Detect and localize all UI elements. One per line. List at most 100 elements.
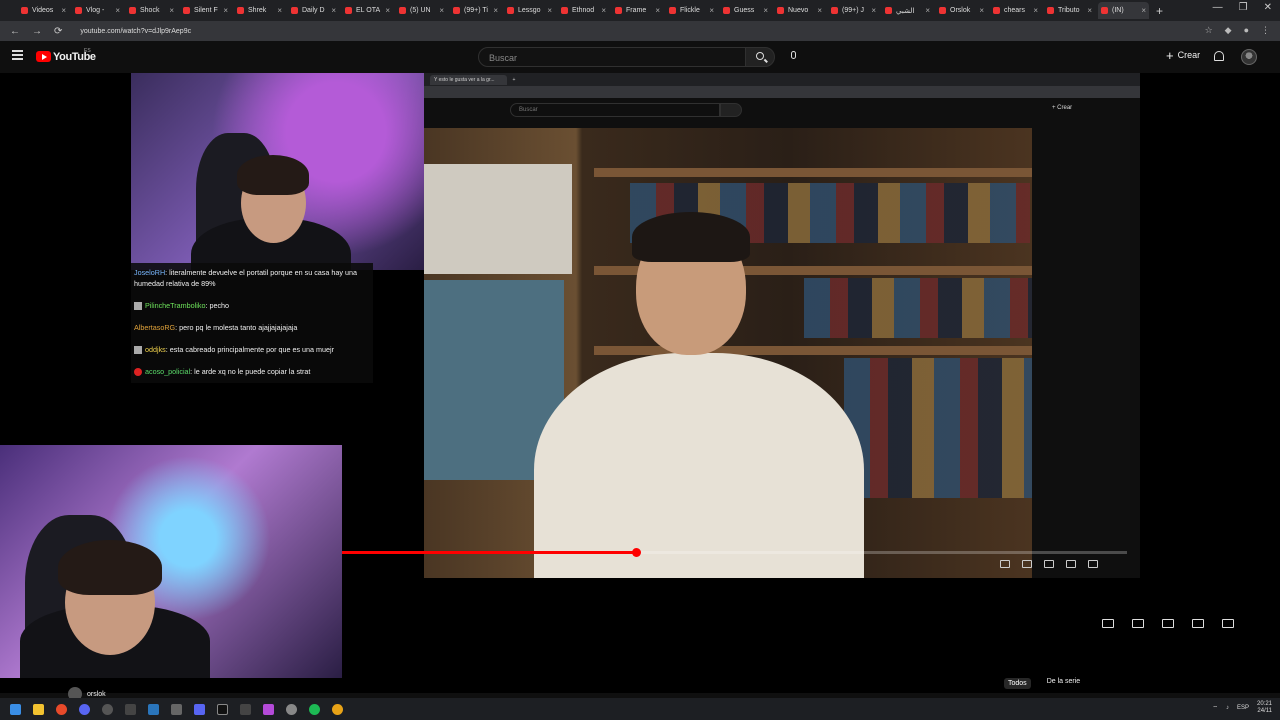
browser-tab[interactable]: (99+) J × xyxy=(828,2,879,19)
close-tab-icon[interactable]: × xyxy=(115,6,120,15)
clock[interactable]: 20:21 24/11 xyxy=(1257,701,1272,715)
minimize-icon[interactable]: — xyxy=(1213,2,1223,13)
browser-tab[interactable]: Tributo × xyxy=(1044,2,1095,19)
close-window-icon[interactable]: ✕ xyxy=(1264,2,1272,13)
app-icon[interactable] xyxy=(263,703,274,715)
app-icon[interactable] xyxy=(171,703,182,715)
browser-tab[interactable]: (99+) Ti × xyxy=(450,2,501,19)
browser-tab[interactable]: chears × xyxy=(990,2,1041,19)
wifi-icon[interactable]: ⌔ xyxy=(1212,704,1218,712)
browser-tab[interactable]: Silent F × xyxy=(180,2,231,19)
reload-icon[interactable]: ⟳ xyxy=(54,26,62,37)
browser-tab[interactable]: Vlog - × xyxy=(72,2,123,19)
browser-tab[interactable]: Lessgo × xyxy=(504,2,555,19)
app-icon[interactable] xyxy=(286,703,297,715)
nested-search-icon xyxy=(720,103,742,117)
close-tab-icon[interactable]: × xyxy=(385,6,390,15)
close-tab-icon[interactable]: × xyxy=(601,6,606,15)
chip-all[interactable]: Todos xyxy=(1004,678,1031,689)
tab-favicon-icon xyxy=(831,7,838,14)
fullscreen-icon[interactable] xyxy=(1222,619,1234,628)
browser-tab[interactable]: Shrek × xyxy=(234,2,285,19)
search-taskbar-icon[interactable] xyxy=(56,703,67,715)
browser-tab[interactable]: Orslok × xyxy=(936,2,987,19)
browser-tab[interactable]: Frame × xyxy=(612,2,663,19)
app-icon[interactable] xyxy=(102,703,113,715)
close-tab-icon[interactable]: × xyxy=(979,6,984,15)
close-tab-icon[interactable]: × xyxy=(1033,6,1038,15)
start-menu-icon[interactable] xyxy=(10,703,21,715)
file-explorer-icon[interactable] xyxy=(33,703,44,715)
browser-tab[interactable]: Shock × xyxy=(126,2,177,19)
person-hair xyxy=(632,212,750,262)
chip-series[interactable]: De la serie xyxy=(1047,678,1080,689)
search-button[interactable] xyxy=(745,47,775,67)
back-icon[interactable]: ← xyxy=(10,26,20,37)
fullscreen-icon xyxy=(1088,560,1098,568)
url-field[interactable]: youtube.com/watch?v=dJlp9rAep9c xyxy=(80,28,191,35)
close-tab-icon[interactable]: × xyxy=(439,6,444,15)
account-avatar[interactable] xyxy=(1241,49,1257,65)
browser-tab[interactable]: Nuevo × xyxy=(774,2,825,19)
app-icon[interactable] xyxy=(79,703,90,715)
close-tab-icon[interactable]: × xyxy=(1141,6,1146,15)
close-tab-icon[interactable]: × xyxy=(493,6,498,15)
tab-favicon-icon xyxy=(21,7,28,14)
notifications-bell-icon[interactable] xyxy=(1214,51,1224,61)
theater-mode-icon[interactable] xyxy=(1192,619,1204,628)
close-tab-icon[interactable]: × xyxy=(925,6,930,15)
language-indicator[interactable]: ESP xyxy=(1237,705,1249,711)
browser-tab[interactable]: Ethnod × xyxy=(558,2,609,19)
bookmark-star-icon[interactable]: ☆ xyxy=(1205,25,1213,36)
browser-menu-icon[interactable]: ⋮ xyxy=(1261,25,1270,36)
close-tab-icon[interactable]: × xyxy=(709,6,714,15)
browser-tab[interactable]: (5) UN × xyxy=(396,2,447,19)
user-badge-icon xyxy=(134,368,142,377)
settings-icon[interactable] xyxy=(1132,619,1144,628)
volume-icon[interactable]: ♪ xyxy=(1226,705,1229,711)
browser-tab[interactable]: الشبي × xyxy=(882,2,933,19)
subtitles-icon[interactable] xyxy=(1102,619,1114,628)
extensions-icon[interactable]: ◆ xyxy=(1225,25,1232,36)
new-tab-button[interactable]: + xyxy=(1156,4,1163,18)
profile-icon[interactable]: ● xyxy=(1244,25,1249,36)
close-tab-icon[interactable]: × xyxy=(223,6,228,15)
miniplayer-icon[interactable] xyxy=(1162,619,1174,628)
close-tab-icon[interactable]: × xyxy=(655,6,660,15)
forward-icon[interactable]: → xyxy=(32,26,42,37)
browser-tab[interactable]: Videos × xyxy=(18,2,69,19)
chat-username: PilincheTramboliko xyxy=(145,301,206,310)
close-tab-icon[interactable]: × xyxy=(547,6,552,15)
search-input[interactable] xyxy=(479,49,745,67)
video-frame[interactable] xyxy=(424,128,1032,578)
app-icon[interactable] xyxy=(125,703,136,715)
restore-icon[interactable]: ❐ xyxy=(1239,2,1248,13)
browser-tab[interactable]: Flickle × xyxy=(666,2,717,19)
close-tab-icon[interactable]: × xyxy=(871,6,876,15)
browser-tab[interactable]: Daily D × xyxy=(288,2,339,19)
chrome-icon[interactable] xyxy=(332,703,343,715)
close-tab-icon[interactable]: × xyxy=(61,6,66,15)
chat-text: esta cabreado principalmente por que es … xyxy=(169,345,334,354)
create-button[interactable]: + Crear xyxy=(1166,49,1200,62)
close-tab-icon[interactable]: × xyxy=(817,6,822,15)
close-tab-icon[interactable]: × xyxy=(763,6,768,15)
close-tab-icon[interactable]: × xyxy=(1087,6,1092,15)
close-tab-icon[interactable]: × xyxy=(331,6,336,15)
discord-icon[interactable] xyxy=(194,703,205,715)
search-box xyxy=(478,47,746,67)
browser-tab[interactable]: Guess × xyxy=(720,2,771,19)
voice-search-icon[interactable] xyxy=(791,51,796,59)
hamburger-menu-icon[interactable] xyxy=(12,50,23,60)
browser-tab[interactable]: EL OTA × xyxy=(342,2,393,19)
youtube-logo-icon[interactable] xyxy=(36,51,51,62)
close-tab-icon[interactable]: × xyxy=(169,6,174,15)
channel-name[interactable]: orslok xyxy=(87,691,106,698)
browser-tab[interactable]: (IN) × xyxy=(1098,2,1149,19)
steam-icon[interactable] xyxy=(148,703,159,715)
app-icon[interactable] xyxy=(240,703,251,715)
tiktok-icon[interactable] xyxy=(217,703,228,715)
video-progress-bar[interactable] xyxy=(342,548,1127,557)
spotify-icon[interactable] xyxy=(309,703,320,715)
close-tab-icon[interactable]: × xyxy=(277,6,282,15)
